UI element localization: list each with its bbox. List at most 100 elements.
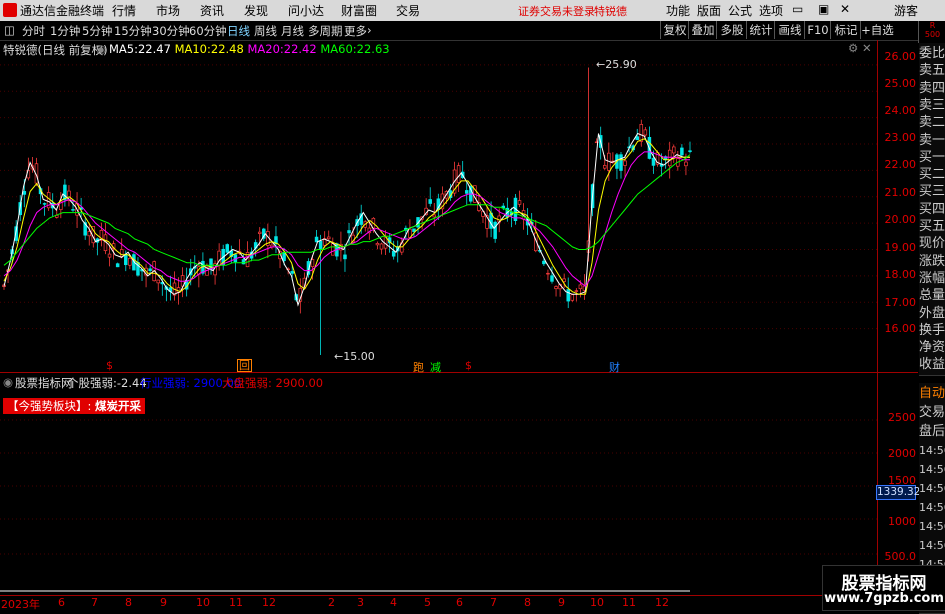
close-icon[interactable]: ✕: [840, 2, 850, 16]
candle-body: [119, 249, 124, 257]
y-tick: 18.00: [884, 268, 917, 281]
watermark: 股票指标网 www.7gpzb.com: [822, 565, 945, 611]
candle-body: [87, 231, 91, 237]
tab-monthly[interactable]: 月线: [281, 23, 304, 39]
candle-body: [688, 150, 692, 152]
layout-icon[interactable]: ◫: [4, 23, 15, 37]
y-tick: 22.00: [884, 158, 917, 171]
marker-pao[interactable]: 跑: [413, 359, 424, 375]
x-tick: 8: [125, 596, 132, 609]
side-item: 收益: [919, 354, 945, 377]
tab-multi-period[interactable]: 多周期: [308, 23, 343, 39]
tab-1min[interactable]: 1分钟: [50, 23, 80, 39]
candle-body: [156, 279, 160, 284]
marker-cai[interactable]: 财: [609, 359, 620, 375]
tab-60min[interactable]: 60分钟: [189, 23, 227, 39]
sub-chart-title: 股票指标网: [15, 376, 73, 390]
restore-icon[interactable]: ▣: [818, 2, 829, 16]
tab-weekly[interactable]: 周线: [254, 23, 277, 39]
candle-body: [542, 260, 546, 265]
x-tick: 5: [424, 596, 431, 609]
price-chart[interactable]: [0, 40, 880, 596]
low-price-value: 15.00: [343, 350, 375, 363]
candle-body: [282, 251, 286, 262]
marker-dollar-1[interactable]: $: [106, 359, 113, 372]
candle-body: [318, 240, 323, 249]
current-value-tag: 1339.32: [876, 485, 921, 500]
tab-daily[interactable]: 日线: [227, 23, 250, 39]
menu-gongshi[interactable]: 公式: [728, 2, 752, 19]
overlay-button[interactable]: 叠加: [688, 21, 717, 39]
marker-dollar-2[interactable]: $: [465, 359, 472, 372]
y-tick: 16.00: [884, 322, 917, 335]
candle-body: [257, 231, 262, 234]
r500-badge[interactable]: R 500: [918, 21, 945, 43]
candle-body: [428, 199, 432, 204]
candle-body: [574, 290, 579, 292]
x-tick: 7: [490, 596, 497, 609]
candle-body: [290, 271, 294, 274]
candle-body: [667, 149, 672, 167]
tab-more[interactable]: 更多: [344, 23, 367, 39]
tab-5min[interactable]: 5分钟: [82, 23, 112, 39]
menu-caifuquan[interactable]: 财富圈: [341, 2, 377, 19]
menu-jiaoyi[interactable]: 交易: [396, 2, 420, 19]
menu-zixun[interactable]: 资讯: [200, 2, 224, 19]
candle-body: [115, 263, 120, 268]
title-bar: 通达信金融终端 行情 市场 资讯 发现 问小达 财富圈 交易 证券交易未登录 特…: [0, 0, 945, 22]
x-tick: 4: [390, 596, 397, 609]
title-stock-name: 特锐德: [594, 5, 627, 18]
y-tick: 17.00: [884, 296, 917, 309]
candle-body: [391, 250, 396, 257]
x-tick: 6: [58, 596, 65, 609]
tab-30min[interactable]: 30分钟: [152, 23, 190, 39]
tab-fenshi[interactable]: 分时: [22, 23, 45, 39]
candle-body: [554, 286, 558, 290]
multi-stock-button[interactable]: 多股: [716, 21, 747, 39]
candle-body: [347, 230, 351, 234]
user-label[interactable]: 游客: [894, 2, 918, 19]
menu-shichang[interactable]: 市场: [156, 2, 180, 19]
menu-banmian[interactable]: 版面: [697, 2, 721, 19]
candle-body: [493, 221, 497, 239]
x-tick: 11: [622, 596, 636, 609]
candle-body: [310, 259, 315, 268]
y-tick: 25.00: [884, 77, 917, 90]
candle-body: [651, 157, 656, 166]
candle-body: [379, 243, 384, 250]
mark-button[interactable]: 标记: [830, 21, 861, 39]
high-price-value: 25.90: [605, 58, 637, 71]
menu-hangqing[interactable]: 行情: [112, 2, 136, 19]
fuquan-button[interactable]: 复权: [660, 21, 689, 39]
sub-y-tick: 2000: [888, 447, 916, 460]
draw-line-button[interactable]: 画线: [774, 21, 805, 39]
tab-15min[interactable]: 15分钟: [114, 23, 152, 39]
sub-indicator-icon[interactable]: ◉: [3, 375, 13, 389]
period-toolbar: ◫ 分时 1分钟 5分钟 15分钟 30分钟 60分钟 日线 周线 月线 多周期…: [0, 21, 945, 41]
stock-strength: 个股强弱:-2.44: [67, 375, 147, 391]
candle-body: [331, 243, 335, 256]
menu-gongneng[interactable]: 功能: [666, 2, 690, 19]
marker-jian[interactable]: 减: [430, 359, 441, 375]
login-notice[interactable]: 证券交易未登录: [518, 3, 595, 19]
statistics-button[interactable]: 统计: [746, 21, 775, 39]
y-tick: 24.00: [884, 104, 917, 117]
ma5-line: [3, 132, 690, 307]
x-tick: 8: [524, 596, 531, 609]
menu-xuanxiang[interactable]: 选项: [759, 2, 783, 19]
candle-body: [517, 200, 522, 205]
x-tick: 2023年: [1, 598, 40, 611]
candle-body: [42, 203, 47, 205]
chart-grid: [0, 64, 877, 555]
strong-block-badge: 【今强势板块】: 煤炭开采: [3, 398, 146, 414]
add-watchlist-button[interactable]: +自选: [860, 21, 894, 39]
x-tick: 7: [91, 596, 98, 609]
watermark-line2: www.7gpzb.com: [824, 591, 944, 606]
f10-button[interactable]: F10: [804, 21, 831, 39]
more-chevron-icon[interactable]: ›: [367, 23, 372, 37]
minimize-icon[interactable]: ▭: [792, 2, 803, 16]
marker-hui[interactable]: 回: [237, 359, 252, 372]
stock-strength-label: 个股强弱:: [67, 376, 117, 390]
menu-faxian[interactable]: 发现: [244, 2, 268, 19]
menu-wenxiaoda[interactable]: 问小达: [288, 2, 324, 19]
